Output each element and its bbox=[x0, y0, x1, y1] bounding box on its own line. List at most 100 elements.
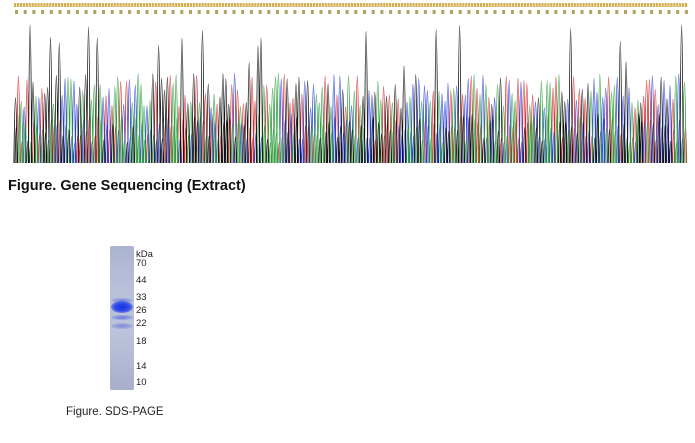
base-call-mark bbox=[60, 3, 64, 7]
marker-label-14: 14 bbox=[136, 361, 147, 372]
base-call-mark bbox=[257, 3, 260, 7]
base-call-mark bbox=[435, 3, 439, 7]
amino-acid-mark bbox=[75, 10, 79, 14]
base-call-mark bbox=[529, 3, 532, 7]
base-call-mark bbox=[512, 3, 515, 7]
base-call-mark bbox=[186, 3, 190, 7]
amino-acid-mark bbox=[684, 10, 688, 14]
base-call-mark bbox=[468, 3, 471, 7]
base-call-mark bbox=[582, 3, 585, 7]
base-call-mark bbox=[330, 3, 333, 7]
base-call-mark bbox=[652, 3, 655, 7]
base-call-mark bbox=[90, 3, 93, 7]
base-call-mark bbox=[157, 3, 160, 7]
base-call-mark bbox=[406, 3, 409, 7]
base-call-mark bbox=[201, 3, 204, 7]
base-call-mark bbox=[274, 3, 277, 7]
base-call-mark bbox=[189, 3, 192, 7]
base-call-mark bbox=[556, 3, 559, 7]
base-call-mark bbox=[339, 3, 342, 7]
base-call-mark bbox=[19, 3, 23, 7]
base-call-mark bbox=[485, 3, 488, 7]
sequencing-chromatogram bbox=[13, 3, 688, 164]
base-call-mark bbox=[649, 3, 653, 7]
base-call-mark bbox=[626, 3, 629, 7]
base-call-mark bbox=[635, 3, 638, 7]
base-call-mark bbox=[348, 3, 351, 7]
base-call-mark bbox=[597, 3, 600, 7]
base-call-mark bbox=[629, 3, 632, 7]
amino-acid-row bbox=[15, 10, 688, 14]
base-call-mark bbox=[233, 3, 236, 7]
base-call-mark bbox=[421, 3, 424, 7]
base-call-mark bbox=[230, 3, 234, 7]
base-call-mark bbox=[438, 3, 442, 7]
base-call-mark bbox=[178, 3, 181, 7]
amino-acid-mark bbox=[145, 10, 149, 14]
base-call-mark bbox=[151, 3, 154, 7]
marker-label-22: 22 bbox=[136, 318, 147, 329]
base-call-mark bbox=[116, 3, 119, 7]
base-call-mark bbox=[265, 3, 269, 7]
base-call-mark bbox=[134, 3, 137, 7]
base-call-mark bbox=[641, 3, 644, 7]
base-call-mark bbox=[558, 3, 562, 7]
base-call-mark bbox=[227, 3, 231, 7]
marker-label-33: 33 bbox=[136, 292, 147, 303]
base-call-mark bbox=[386, 3, 389, 7]
gel-band-faint bbox=[111, 323, 133, 329]
amino-acid-mark bbox=[415, 10, 419, 14]
base-call-mark bbox=[286, 3, 289, 7]
base-call-mark bbox=[204, 3, 207, 7]
base-call-mark bbox=[248, 3, 251, 7]
base-call-mark bbox=[222, 3, 225, 7]
base-call-mark bbox=[655, 3, 658, 7]
base-call-mark bbox=[365, 3, 368, 7]
amino-acid-mark bbox=[476, 10, 480, 14]
amino-acid-mark bbox=[171, 10, 175, 14]
base-call-mark bbox=[394, 3, 398, 7]
base-call-mark bbox=[160, 3, 163, 7]
amino-acid-mark bbox=[41, 10, 45, 14]
amino-acid-mark bbox=[32, 10, 36, 14]
base-call-mark bbox=[550, 3, 553, 7]
base-call-mark bbox=[119, 3, 122, 7]
base-call-mark bbox=[632, 3, 635, 7]
base-call-mark bbox=[585, 3, 588, 7]
base-call-mark bbox=[424, 3, 427, 7]
base-call-mark bbox=[353, 3, 357, 7]
base-call-mark bbox=[219, 3, 222, 7]
base-call-mark bbox=[292, 3, 295, 7]
base-call-mark bbox=[183, 3, 187, 7]
base-call-mark bbox=[195, 3, 198, 7]
base-call-mark bbox=[532, 3, 535, 7]
base-call-mark bbox=[198, 3, 201, 7]
amino-acid-mark bbox=[206, 10, 210, 14]
amino-acid-mark bbox=[389, 10, 393, 14]
amino-acid-mark bbox=[467, 10, 471, 14]
amino-acid-mark bbox=[249, 10, 253, 14]
amino-acid-mark bbox=[136, 10, 140, 14]
base-call-mark bbox=[324, 3, 327, 7]
amino-acid-mark bbox=[197, 10, 201, 14]
base-call-mark bbox=[169, 3, 172, 7]
amino-acid-mark bbox=[537, 10, 540, 14]
base-call-mark bbox=[614, 3, 617, 7]
base-call-mark bbox=[254, 3, 257, 7]
base-call-mark bbox=[670, 3, 673, 7]
base-call-mark bbox=[377, 3, 380, 7]
base-call-mark bbox=[350, 3, 354, 7]
base-call-mark bbox=[84, 3, 87, 7]
amino-acid-mark bbox=[406, 10, 410, 14]
base-call-mark bbox=[93, 3, 96, 7]
base-call-mark bbox=[673, 3, 676, 7]
base-call-mark bbox=[25, 3, 28, 7]
base-call-mark bbox=[356, 3, 360, 7]
amino-acid-mark bbox=[93, 10, 97, 14]
base-call-mark bbox=[591, 3, 594, 7]
amino-acid-mark bbox=[450, 10, 453, 14]
base-call-mark bbox=[570, 3, 573, 7]
amino-acid-mark bbox=[545, 10, 549, 14]
base-call-mark bbox=[661, 3, 664, 7]
base-call-mark bbox=[315, 3, 318, 7]
